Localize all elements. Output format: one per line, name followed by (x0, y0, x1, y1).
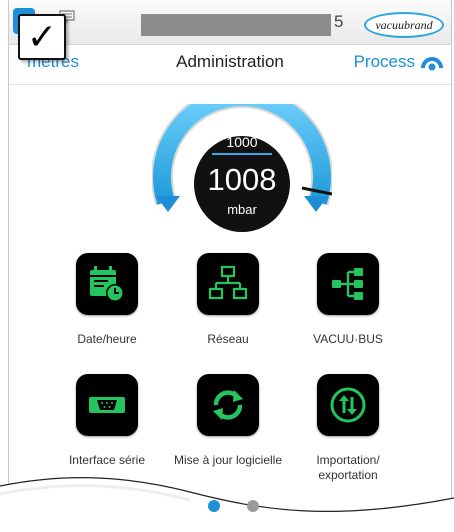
calendar-clock-icon (90, 266, 124, 302)
tile-reseau[interactable] (197, 253, 259, 315)
tile-label-vacuu-bus: VACUU·BUS (313, 332, 383, 346)
tile-import-export[interactable] (317, 374, 379, 436)
process-icon[interactable] (421, 53, 443, 71)
network-icon (208, 265, 248, 300)
pager-dot-active[interactable] (208, 500, 220, 512)
tile-interface-serie[interactable] (76, 374, 138, 436)
serial-port-icon (89, 397, 125, 413)
serial-number-suffix: 5 (334, 12, 344, 31)
tile-label-mise-a-jour: Mise à jour logicielle (173, 453, 283, 467)
nav-bar: Administration mètres Process (9, 46, 451, 78)
pager-dot-inactive[interactable] (247, 500, 259, 512)
tile-label-date-heure: Date/heure (77, 332, 137, 346)
gauge-divider (212, 153, 272, 155)
vacuubrand-logo: vacuubrand (364, 12, 444, 38)
check-mark-overlay[interactable]: ✓ (18, 14, 66, 60)
tile-label-reseau: Réseau (207, 332, 249, 346)
status-bar: 5 vacuubrand (9, 0, 451, 45)
tile-vacuu-bus[interactable] (317, 253, 379, 315)
refresh-icon (213, 390, 243, 420)
import-export-icon (330, 387, 366, 423)
serial-number-redacted (141, 14, 331, 36)
device-screen: 5 vacuubrand Administration mètres Proce… (8, 0, 452, 532)
tile-label-interface-serie: Interface série (68, 453, 146, 467)
page-curl-footer (0, 477, 454, 532)
gauge-pressure-value: 1008 (207, 162, 277, 197)
process-link[interactable]: Process (354, 52, 415, 72)
gauge-setpoint: 1000 (226, 134, 258, 150)
tile-mise-a-jour[interactable] (197, 374, 259, 436)
gauge-unit: mbar (227, 202, 257, 217)
bus-tree-icon (332, 268, 363, 300)
tile-date-heure[interactable] (76, 253, 138, 315)
nav-divider (9, 84, 451, 85)
